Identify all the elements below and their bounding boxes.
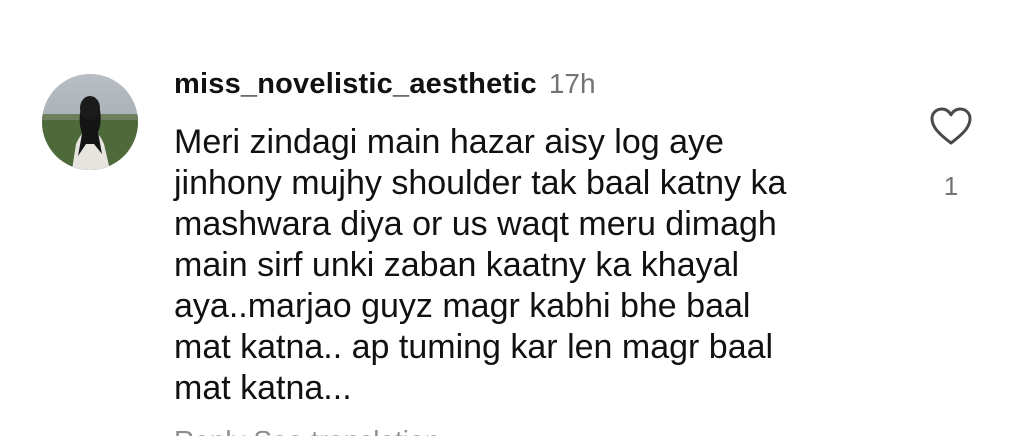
username[interactable]: miss_novelistic_aesthetic: [174, 68, 537, 101]
avatar[interactable]: [42, 74, 138, 170]
avatar-image: [42, 74, 138, 170]
timestamp: 17h: [548, 68, 596, 99]
comment-header: miss_novelistic_aesthetic 17h: [174, 68, 596, 108]
comment-actions-partial[interactable]: Reply See translation: [174, 425, 440, 436]
comment-text: Meri zindagi main hazar aisy log aye jin…: [174, 123, 787, 407]
like-count[interactable]: 1: [920, 171, 982, 202]
heart-outline-icon[interactable]: [929, 106, 973, 146]
like-control: 1: [920, 106, 982, 202]
